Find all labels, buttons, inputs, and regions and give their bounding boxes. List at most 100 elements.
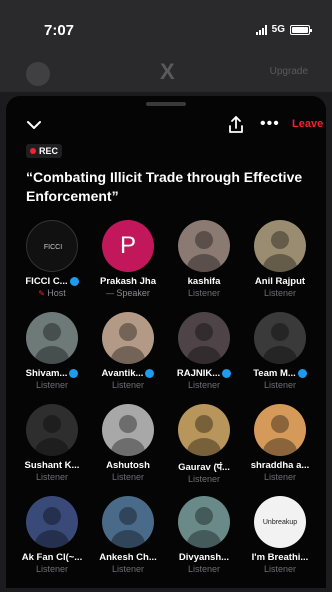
participant-avatar[interactable]: FICCI	[26, 220, 78, 272]
status-time: 7:07	[44, 22, 75, 39]
participant-role: Listener	[263, 472, 297, 482]
portrait-image	[35, 323, 69, 364]
participant-name-row: shraddha a...	[240, 460, 320, 471]
participant-role: Listener	[111, 380, 145, 390]
participant-avatar[interactable]	[26, 312, 78, 364]
participant-name-row: Divyansh...	[164, 552, 244, 563]
network-label: 5G	[271, 24, 285, 35]
participant-card[interactable]: Anil Rajput Listener	[240, 220, 320, 298]
portrait-image	[187, 415, 221, 456]
participant-card[interactable]: FICCI FICCI C... ✎ Host	[12, 220, 92, 298]
participant-role: Listener	[263, 380, 297, 390]
chevron-down-icon[interactable]	[24, 116, 44, 134]
participant-card[interactable]: Unbreakup I'm Breathi... Listener	[240, 496, 320, 574]
participant-avatar[interactable]	[178, 404, 230, 456]
participant-card[interactable]: Ankesh Ch... Listener	[88, 496, 168, 574]
portrait-image	[187, 231, 221, 272]
participant-card[interactable]: kashifa Listener	[164, 220, 244, 298]
participant-card[interactable]: Sushant K... Listener	[12, 404, 92, 482]
participant-name-row: FICCI C...	[12, 276, 92, 287]
participant-avatar[interactable]	[102, 404, 154, 456]
status-bar: 7:07 5G	[0, 0, 332, 56]
participant-card[interactable]: Ak Fan Cl(~... Listener	[12, 496, 92, 574]
participant-avatar[interactable]	[178, 312, 230, 364]
participant-name: Ashutosh	[106, 460, 150, 471]
participant-role-row: Listener	[164, 474, 244, 484]
profile-avatar	[26, 62, 50, 86]
participant-role-row: ✎ Host	[12, 288, 92, 298]
space-topbar: ••• Leave	[6, 112, 326, 140]
participant-role: Listener	[111, 472, 145, 482]
participant-name-row: Ankesh Ch...	[88, 552, 168, 563]
participant-name-row: Team M...	[240, 368, 320, 379]
participant-role: Listener	[263, 288, 297, 298]
participant-role-row: — Speaker	[88, 288, 168, 298]
participant-name-row: kashifa	[164, 276, 244, 287]
participant-card[interactable]: Divyansh... Listener	[164, 496, 244, 574]
participant-name-row: Ak Fan Cl(~...	[12, 552, 92, 563]
portrait-image	[263, 231, 297, 272]
participant-role: Listener	[35, 472, 69, 482]
participant-avatar[interactable]	[254, 404, 306, 456]
participant-card[interactable]: RAJNIK... Listener	[164, 312, 244, 390]
participant-avatar[interactable]	[254, 220, 306, 272]
participant-card[interactable]: Ashutosh Listener	[88, 404, 168, 482]
participant-avatar[interactable]	[254, 312, 306, 364]
participant-card[interactable]: P Prakash Jha — Speaker	[88, 220, 168, 298]
portrait-image	[111, 415, 145, 456]
participant-avatar[interactable]	[178, 496, 230, 548]
participant-avatar[interactable]: Unbreakup	[254, 496, 306, 548]
participant-card[interactable]: Avantik... Listener	[88, 312, 168, 390]
participant-name-row: Sushant K...	[12, 460, 92, 471]
portrait-image	[263, 323, 297, 364]
avatar-label: FICCI	[43, 243, 63, 251]
share-icon[interactable]	[226, 114, 246, 136]
participant-avatar[interactable]	[26, 496, 78, 548]
participant-role-row: Listener	[164, 564, 244, 574]
space-title: “Combating Illicit Trade through Effecti…	[26, 169, 303, 204]
participant-role-row: Listener	[88, 472, 168, 482]
participant-name: kashifa	[187, 276, 221, 287]
participant-avatar[interactable]	[102, 312, 154, 364]
participant-role: Listener	[35, 380, 69, 390]
participant-avatar[interactable]	[102, 496, 154, 548]
participant-role-row: Listener	[240, 564, 320, 574]
participant-name: shraddha a...	[250, 460, 310, 471]
participant-card[interactable]: Gaurav (पं... Listener	[164, 404, 244, 484]
participant-name: Ankesh Ch...	[99, 552, 157, 563]
participant-avatar[interactable]	[178, 220, 230, 272]
verified-badge-icon	[297, 369, 307, 378]
participant-role: Host	[47, 288, 66, 298]
sheet-grabber[interactable]	[146, 102, 186, 106]
verified-badge-icon	[222, 369, 232, 378]
participant-name: Team M...	[253, 368, 296, 379]
portrait-image	[187, 323, 221, 364]
participant-name-row: Avantik...	[88, 368, 168, 379]
more-dots-icon[interactable]: •••	[260, 116, 280, 132]
participant-name: Gaurav (पं...	[178, 462, 230, 473]
participant-role-row: Listener	[240, 380, 320, 390]
participant-avatar[interactable]	[26, 404, 78, 456]
participant-name: I'm Breathi...	[251, 552, 309, 563]
participant-avatar[interactable]: P	[102, 220, 154, 272]
avatar-label: Unbreakup	[262, 518, 298, 526]
participant-card[interactable]: shraddha a... Listener	[240, 404, 320, 482]
participant-card[interactable]: Shivam... Listener	[12, 312, 92, 390]
participant-role-row: Listener	[164, 380, 244, 390]
participant-role: Listener	[111, 564, 145, 574]
participant-role-row: Listener	[240, 288, 320, 298]
participant-role-row: Listener	[12, 472, 92, 482]
signal-icon	[255, 24, 267, 35]
upgrade-link: Upgrade	[269, 66, 308, 77]
participant-name: Divyansh...	[178, 552, 230, 563]
portrait-image	[111, 507, 145, 548]
portrait-image	[111, 323, 145, 364]
verified-badge-icon	[69, 369, 79, 378]
battery-icon	[290, 24, 312, 35]
leave-button[interactable]: Leave	[292, 118, 323, 130]
portrait-image	[263, 415, 297, 456]
rec-label: REC	[39, 146, 59, 156]
participant-card[interactable]: Team M... Listener	[240, 312, 320, 390]
space-sheet: ••• Leave REC “Combating Illicit Trade t…	[6, 96, 326, 588]
participant-role-row: Listener	[164, 288, 244, 298]
